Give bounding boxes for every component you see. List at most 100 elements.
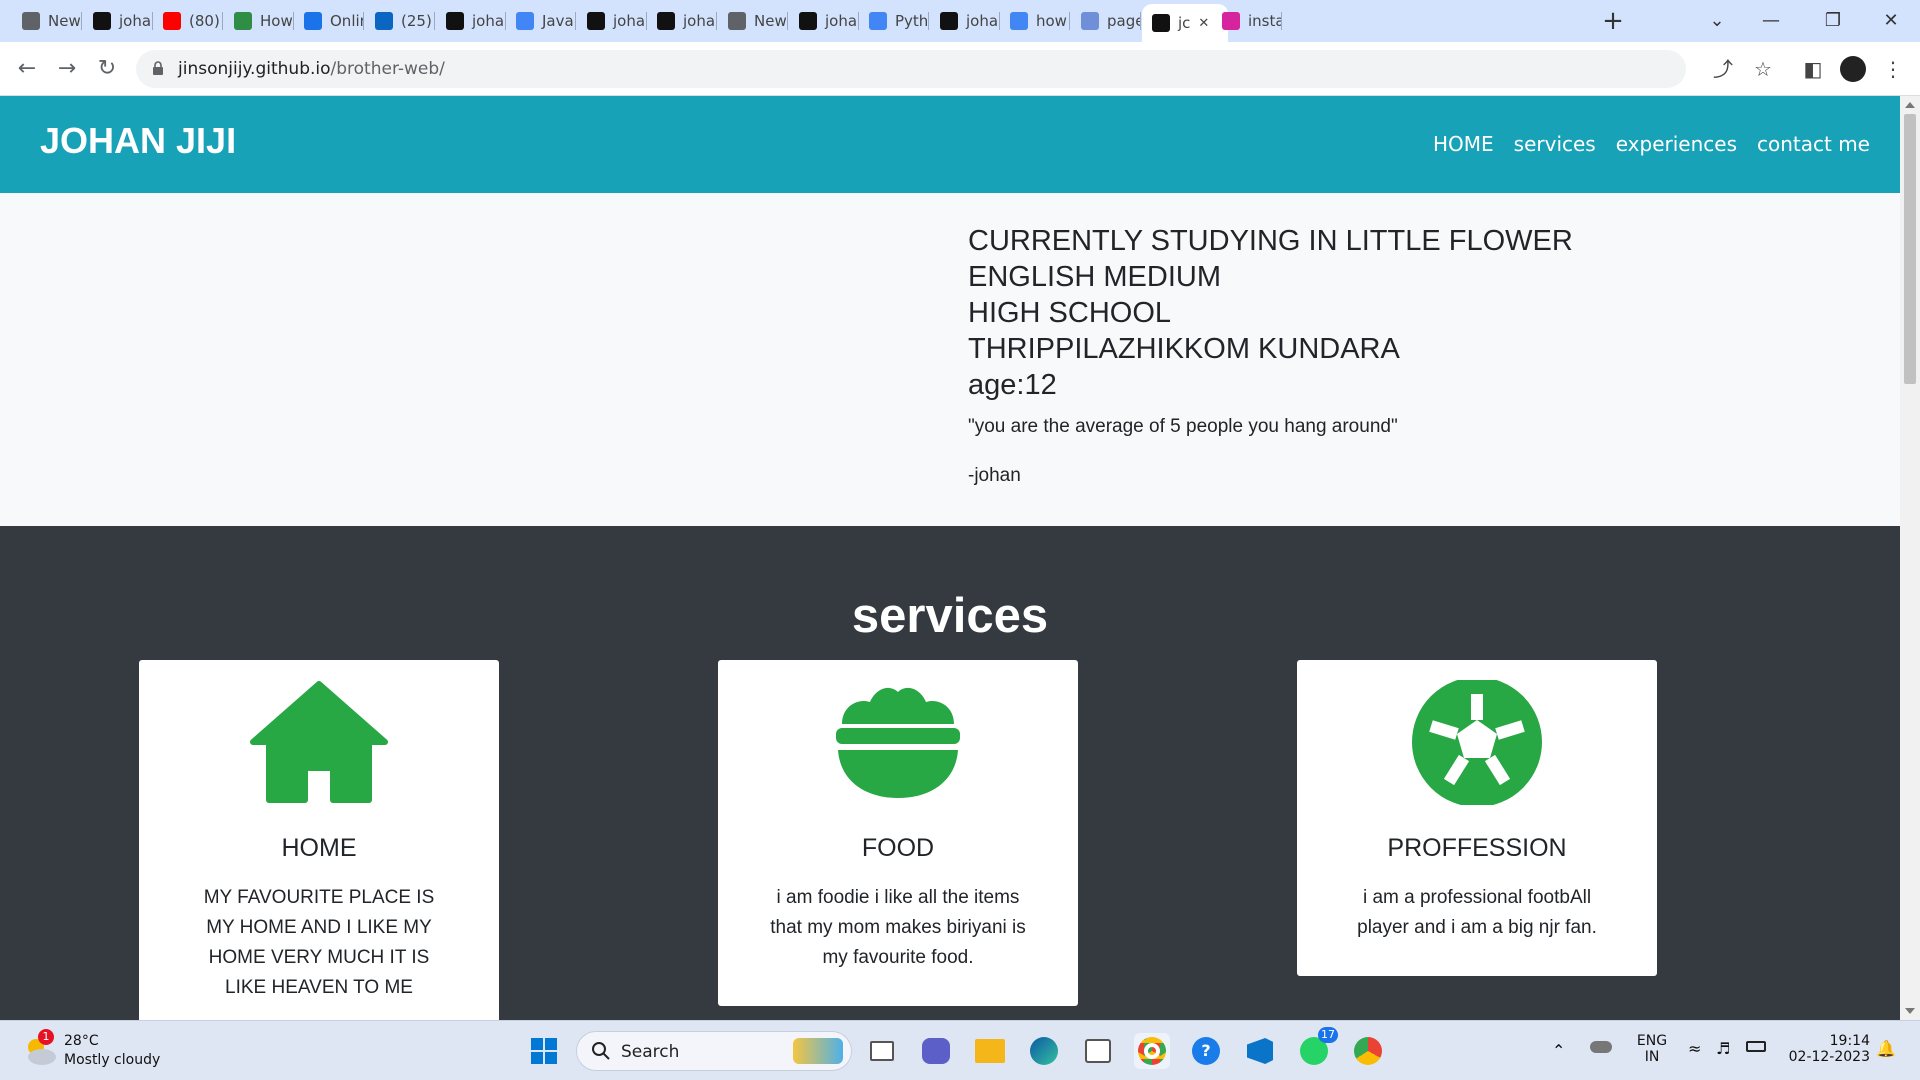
scrollbar-thumb[interactable] [1904,114,1916,384]
service-card-text: MY FAVOURITE PLACE IS MY HOME AND I LIKE… [203,887,435,998]
language-bottom: IN [1644,1049,1660,1065]
side-panel-icon[interactable]: ◧ [1798,54,1828,84]
whatsapp-icon[interactable]: 17 [1296,1027,1338,1069]
tab-separator [787,12,788,30]
clock[interactable]: 19:14 02-12-2023 [1780,1033,1870,1065]
hero-line: ENGLISH MEDIUM [968,261,1221,293]
tab-separator [363,12,364,30]
bowl-icon [836,687,960,798]
chrome-taskbar-icon[interactable] [1134,1033,1170,1069]
language-indicator[interactable]: ENG IN [1632,1033,1672,1065]
tab-separator [575,12,576,30]
service-card-text: i am foodie i like all the items that my… [770,887,1026,968]
address-bar[interactable]: jinsonjijy.github.io/brother-web/ [136,50,1686,88]
teams-chat-icon[interactable] [918,1033,954,1069]
store-icon[interactable] [1080,1033,1116,1069]
service-card-food: FOOD i am foodie i like all the items th… [718,660,1078,1006]
chrome-icon [728,12,746,30]
browser-tab[interactable]: johan [577,6,647,36]
browser-tab[interactable]: Pytho [859,6,929,36]
tab-title: instag [1248,12,1282,30]
profile-avatar[interactable] [1838,54,1868,84]
browser-tab[interactable]: johan [83,6,153,36]
browser-tab[interactable]: Onlin [294,6,364,36]
nav-link-contact[interactable]: contact me [1757,132,1870,156]
show-hidden-icons[interactable]: ⌃ [1552,1041,1565,1060]
tab-title: pages [1107,12,1141,30]
edge-icon[interactable] [1026,1033,1062,1069]
scroll-up-icon[interactable] [1905,102,1915,108]
browser-tab[interactable]: johan [647,6,717,36]
nav-link-home[interactable]: HOME [1433,132,1494,156]
services-title: services [851,589,1049,643]
tab-title: Pytho [895,12,929,30]
youtube-icon [163,12,181,30]
nav-link-experiences[interactable]: experiences [1616,132,1737,156]
minimize-button[interactable]: — [1746,6,1796,36]
menu-icon[interactable]: ⋮ [1878,54,1908,84]
clock-time: 19:14 [1829,1033,1870,1049]
share-icon[interactable]: ⤴ [1708,54,1738,84]
browser-tab[interactable]: How t [224,6,294,36]
tab-title: johan [683,12,717,30]
github-icon [587,12,605,30]
url-path: /brother-web/ [330,59,445,79]
back-icon[interactable]: ← [12,54,42,84]
reload-icon[interactable]: ↻ [92,54,122,84]
tab-title: (80) u [189,12,223,30]
page-scrollbar[interactable] [1900,96,1920,1020]
scroll-down-icon[interactable] [1905,1008,1915,1014]
tab-separator [928,12,929,30]
taskbar-search[interactable]: Search [576,1031,852,1071]
close-window-button[interactable]: ✕ [1866,6,1916,36]
start-button[interactable] [526,1033,562,1069]
lock-icon[interactable] [152,61,164,75]
forward-icon[interactable]: → [52,54,82,84]
chrome-taskbar-icon-2[interactable] [1350,1033,1386,1069]
site-brand[interactable]: JOHAN JIJI [40,120,236,162]
battery-icon[interactable] [1746,1041,1766,1052]
hero-line: THRIPPILAZHIKKOM KUNDARA [968,333,1400,365]
nav-link-services[interactable]: services [1514,132,1596,156]
service-card-title: PROFFESSION [1387,834,1567,862]
browser-tab[interactable]: johan [930,6,1000,36]
bookmark-star-icon[interactable]: ☆ [1748,54,1778,84]
browser-tab[interactable]: New T [718,6,788,36]
whatsapp-badge: 17 [1318,1027,1338,1043]
browser-tab[interactable]: pages [1071,6,1141,36]
page-viewport: JOHAN JIJI HOME services experiences con… [0,96,1900,1020]
restore-button[interactable]: ❐ [1808,6,1858,36]
site-navbar: JOHAN JIJI HOME services experiences con… [0,96,1900,193]
url-text[interactable]: jinsonjijy.github.io/brother-web/ [178,59,445,79]
task-view-icon[interactable] [864,1033,900,1069]
new-tab-button[interactable]: + [1598,6,1628,36]
close-tab-icon[interactable]: ✕ [1198,16,1209,31]
help-icon[interactable]: ? [1188,1033,1224,1069]
notification-bell-icon[interactable]: 🔔 [1876,1039,1896,1058]
m-icon [304,12,322,30]
house-icon [250,681,388,803]
browser-tab[interactable]: johan [789,6,859,36]
chrome-icon [22,12,40,30]
file-explorer-icon[interactable] [972,1033,1008,1069]
search-icon [592,1042,610,1060]
onedrive-icon[interactable] [1590,1041,1612,1053]
tab-search-icon[interactable]: ⌄ [1692,6,1742,36]
tab-separator [716,12,717,30]
tab-title: johan [966,12,1000,30]
browser-tab[interactable]: how t [1000,6,1070,36]
browser-tab[interactable]: New T [12,6,82,36]
vscode-icon[interactable] [1242,1033,1278,1069]
volume-icon[interactable]: ♬ [1716,1039,1730,1058]
weather-badge: 1 [38,1029,54,1045]
browser-tab[interactable]: (80) u [153,6,223,36]
browser-tab[interactable]: instag [1212,6,1282,36]
wifi-icon[interactable]: ≈ [1688,1039,1701,1058]
browser-tab[interactable]: Java I [506,6,576,36]
weather-condition: Mostly cloudy [64,1052,161,1068]
tab-title: how t [1036,12,1070,30]
browser-tab[interactable]: (25) J [365,6,435,36]
github-icon [799,12,817,30]
browser-tab[interactable]: johan [436,6,506,36]
github-icon [1152,14,1170,32]
